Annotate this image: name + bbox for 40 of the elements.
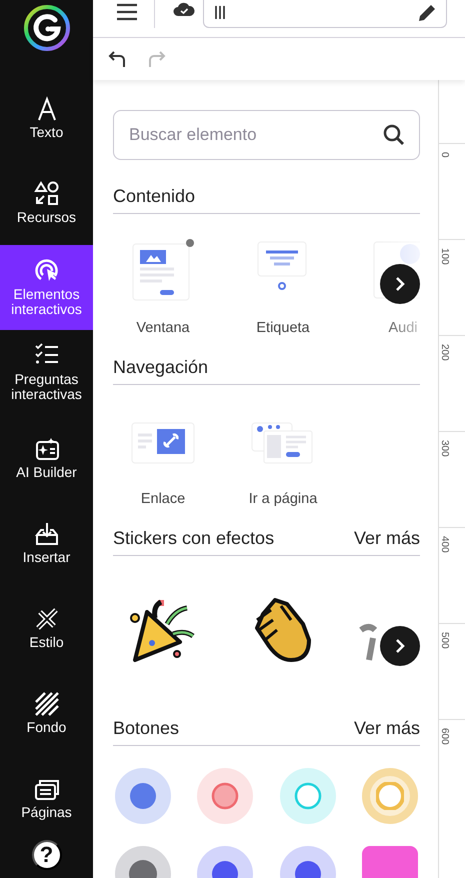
- menu-icon[interactable]: [116, 2, 138, 22]
- sidebar-item[interactable]: AI Builder: [0, 415, 93, 500]
- sidebar-item[interactable]: Páginas: [0, 755, 93, 840]
- search-field[interactable]: Buscar elemento: [113, 110, 420, 160]
- search-icon[interactable]: [383, 124, 405, 146]
- shapes-icon: [34, 180, 60, 206]
- sidebar-item[interactable]: Estilo: [0, 585, 93, 670]
- ruler-number: 100: [439, 248, 450, 265]
- section-title: Stickers con efectos: [113, 528, 274, 549]
- see-more-link[interactable]: Ver más: [354, 528, 420, 549]
- sidebar-item[interactable]: Preguntas interactivas: [0, 330, 93, 415]
- undo-icon[interactable]: [107, 49, 127, 69]
- help-button[interactable]: ?: [32, 840, 62, 870]
- ruler-number: 600: [439, 728, 450, 745]
- ruler-number: 400: [439, 536, 450, 553]
- insert-tray-icon: [34, 520, 60, 546]
- logo-icon: [24, 5, 70, 51]
- pencil-icon[interactable]: [417, 3, 437, 23]
- section-title: Botones: [113, 718, 180, 739]
- section-title: Contenido: [113, 186, 196, 207]
- cloud-check-icon: [173, 0, 195, 18]
- element-tile[interactable]: Enlace: [113, 385, 213, 528]
- element-tile[interactable]: Ventana: [113, 214, 213, 357]
- see-more-link[interactable]: Ver más: [354, 718, 420, 739]
- sidebar-item[interactable]: Recursos: [0, 160, 93, 245]
- sidebar-item[interactable]: Insertar: [0, 500, 93, 585]
- section-title: Navegación: [113, 357, 208, 378]
- sidebar-item[interactable]: Elementos interactivos: [0, 245, 93, 330]
- element-tile[interactable]: Etiqueta: [233, 214, 333, 357]
- sidebar-item[interactable]: Fondo: [0, 670, 93, 755]
- next-arrow-button[interactable]: [380, 626, 420, 666]
- sidebar-item[interactable]: Texto: [0, 75, 93, 160]
- sparkle-board-icon: [34, 436, 60, 462]
- ruler-number: 0: [439, 152, 450, 158]
- diagonal-lines-icon: [34, 690, 60, 716]
- ruler-number: 300: [439, 440, 450, 457]
- window-card-icon: [130, 238, 196, 302]
- ruler-number: 200: [439, 344, 450, 361]
- element-tile[interactable]: Ir a página: [233, 385, 333, 528]
- ruler-number: 500: [439, 632, 450, 649]
